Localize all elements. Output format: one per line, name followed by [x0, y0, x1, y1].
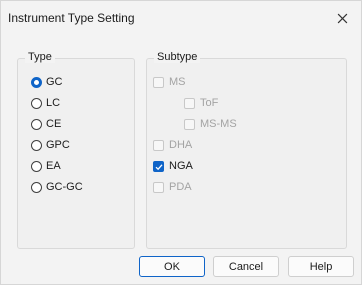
- checkbox-nga[interactable]: NGA: [153, 158, 193, 174]
- radio-lc[interactable]: LC: [31, 95, 60, 111]
- radio-gc-label: GC: [46, 76, 63, 88]
- radio-ea-indicator[interactable]: [31, 160, 42, 172]
- checkbox-ms-ms-box[interactable]: [184, 118, 195, 130]
- help-button[interactable]: Help: [288, 256, 354, 277]
- radio-gc[interactable]: GC: [31, 74, 63, 90]
- radio-gc-gc[interactable]: GC-GC: [31, 179, 83, 195]
- radio-gc-gc-indicator[interactable]: [31, 181, 42, 193]
- title-bar: Instrument Type Setting: [1, 1, 361, 37]
- radio-gc-indicator[interactable]: [31, 76, 42, 88]
- checkbox-dha[interactable]: DHA: [153, 137, 192, 153]
- radio-lc-label: LC: [46, 97, 61, 109]
- radio-ce[interactable]: CE: [31, 116, 61, 132]
- checkbox-ms-label: MS: [169, 76, 186, 88]
- checkbox-pda[interactable]: PDA: [153, 179, 192, 195]
- window-title: Instrument Type Setting: [8, 11, 135, 25]
- type-group-label: Type: [25, 51, 55, 63]
- radio-ce-indicator[interactable]: [31, 118, 42, 130]
- checkbox-ms[interactable]: MS: [153, 74, 186, 90]
- instrument-type-dialog: Instrument Type Setting Type GC LC CE GP…: [0, 0, 362, 285]
- radio-gpc[interactable]: GPC: [31, 137, 70, 153]
- radio-ea[interactable]: EA: [31, 158, 61, 174]
- ok-button[interactable]: OK: [139, 256, 205, 277]
- radio-lc-indicator[interactable]: [31, 97, 42, 109]
- subtype-group-label: Subtype: [154, 51, 201, 63]
- checkbox-pda-box[interactable]: [153, 181, 164, 193]
- radio-gc-gc-label: GC-GC: [46, 181, 83, 193]
- checkbox-ms-box[interactable]: [153, 76, 164, 88]
- checkbox-tof-label: ToF: [200, 97, 219, 109]
- radio-gpc-indicator[interactable]: [31, 139, 42, 151]
- close-button[interactable]: [331, 7, 353, 29]
- checkbox-ms-ms[interactable]: MS-MS: [184, 116, 237, 132]
- checkbox-pda-label: PDA: [169, 181, 192, 193]
- checkmark-icon: [155, 163, 163, 170]
- radio-gpc-label: GPC: [46, 139, 70, 151]
- checkbox-tof-box[interactable]: [184, 97, 195, 109]
- checkbox-nga-box[interactable]: [153, 160, 164, 172]
- type-group: Type GC LC CE GPC EA GC-GC: [17, 51, 135, 249]
- radio-ea-label: EA: [46, 160, 61, 172]
- checkbox-nga-label: NGA: [169, 160, 193, 172]
- subtype-group: Subtype MS ToF MS-MS DHA NGA PDA: [146, 51, 347, 249]
- radio-ce-label: CE: [46, 118, 62, 130]
- checkbox-tof[interactable]: ToF: [184, 95, 218, 111]
- checkbox-ms-ms-label: MS-MS: [200, 118, 237, 130]
- checkbox-dha-box[interactable]: [153, 139, 164, 151]
- cancel-button[interactable]: Cancel: [213, 256, 279, 277]
- checkbox-dha-label: DHA: [169, 139, 193, 151]
- close-icon: [337, 13, 347, 23]
